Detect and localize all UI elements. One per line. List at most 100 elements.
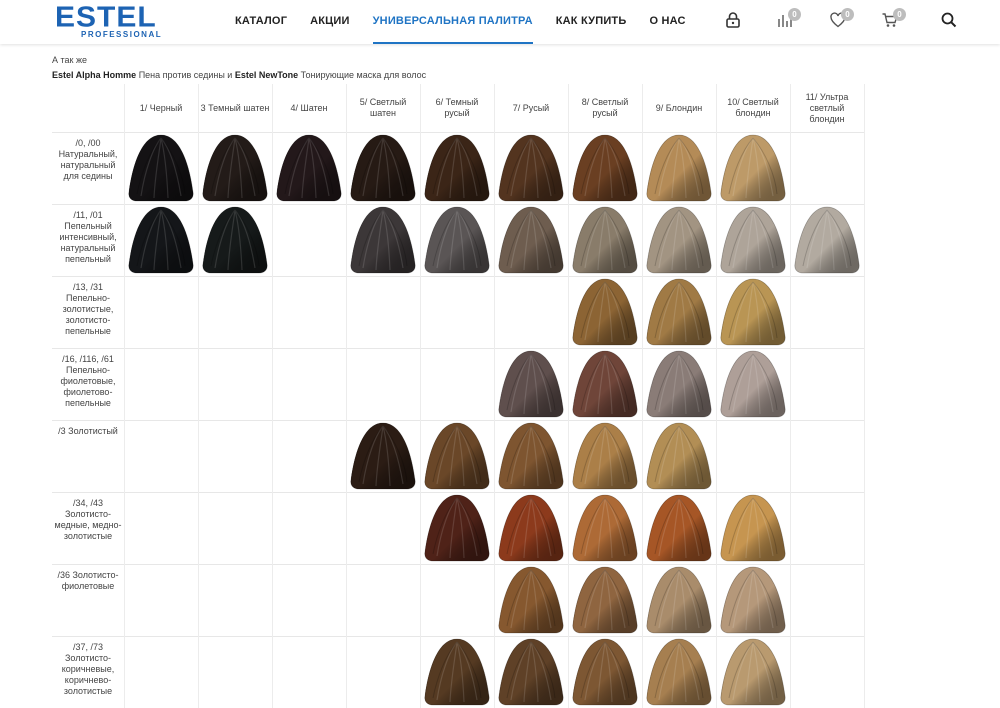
row-header-shade: /36 Золотисто-фиолетовые [57,570,119,591]
hair-color-swatch[interactable] [571,638,639,706]
row-header-shade: /37, /73 Золотисто-коричневые, коричнево… [61,642,115,696]
lock-icon[interactable] [724,11,746,33]
hair-color-swatch[interactable] [719,206,787,274]
column-header-tone: 7/ Русый [512,102,550,113]
column-header-tone: 9/ Блондин [655,102,703,113]
product-link-alpha-homme[interactable]: Estel Alpha Homme [52,70,136,80]
column-header-tone: 4/ Шатен [290,102,328,113]
column-header-tone: 1/ Черный [139,102,183,113]
product-link-newtone[interactable]: Estel NewTone [235,70,298,80]
hair-color-swatch[interactable] [423,638,491,706]
hair-color-swatch[interactable] [423,422,491,490]
hair-color-swatch[interactable] [423,494,491,562]
column-header-tone: 5/ Светлый шатен [359,97,407,118]
hair-color-swatch[interactable] [719,350,787,418]
hair-color-swatch[interactable] [423,206,491,274]
top-header: ESTEL PROFESSIONAL КАТАЛОГ АКЦИИ УНИВЕРС… [0,0,1000,44]
nav-promotions[interactable]: АКЦИИ [310,0,350,44]
cart-icon[interactable]: 0 [881,8,906,33]
hair-color-swatch[interactable] [645,422,713,490]
hair-color-swatch[interactable] [497,134,565,202]
main-nav: КАТАЛОГ АКЦИИ УНИВЕРСАЛЬНАЯ ПАЛИТРА КАК … [235,0,709,44]
also-text: А так же [52,55,87,65]
hair-color-swatch[interactable] [719,134,787,202]
table-row-divider [52,420,864,421]
hair-color-swatch[interactable] [423,134,491,202]
nav-catalog[interactable]: КАТАЛОГ [235,0,287,44]
hair-color-swatch[interactable] [571,422,639,490]
table-column-divider [346,84,347,708]
hair-color-swatch[interactable] [645,278,713,346]
heart-icon[interactable]: 0 [829,8,854,33]
favorites-count-badge: 0 [841,8,854,21]
product-desc-alpha-homme: Пена против седины и [136,70,235,80]
color-palette-table: 1/ Черный 3 Темный шатен 4/ Шатен 5/ Светлы… [52,84,865,708]
hair-color-swatch[interactable] [497,638,565,706]
hair-color-swatch[interactable] [127,206,195,274]
nav-about[interactable]: О НАС [649,0,685,44]
table-column-divider [716,84,717,708]
hair-color-swatch[interactable] [719,638,787,706]
nav-how-to-buy[interactable]: КАК КУПИТЬ [556,0,627,44]
hair-color-swatch[interactable] [571,278,639,346]
hair-color-swatch[interactable] [793,206,861,274]
hair-color-swatch[interactable] [349,206,417,274]
related-products-line: Estel Alpha Homme Пена против седины и E… [52,70,426,80]
hair-color-swatch[interactable] [571,350,639,418]
row-header-shade: /11, /01 Пепельный интенсивный, натураль… [59,210,117,264]
hair-color-swatch[interactable] [645,494,713,562]
column-header-tone: 11/ Ультра светлый блондин [805,91,849,124]
table-column-divider [494,84,495,708]
table-row-divider [52,492,864,493]
table-column-divider [124,84,125,708]
row-header-shade: /34, /43 Золотисто-медные, медно-золотис… [54,498,122,541]
estel-logo[interactable]: ESTEL PROFESSIONAL [55,2,195,40]
hair-color-swatch[interactable] [571,206,639,274]
table-column-divider [272,84,273,708]
table-column-divider [420,84,421,708]
table-column-divider [568,84,569,708]
hair-color-swatch[interactable] [645,350,713,418]
hair-color-swatch[interactable] [349,134,417,202]
hair-color-swatch[interactable] [571,494,639,562]
hair-color-swatch[interactable] [127,134,195,202]
hair-color-swatch[interactable] [645,566,713,634]
row-header-shade: /13, /31 Пепельно-золотистые, золотисто-… [62,282,114,336]
search-icon[interactable] [940,11,962,33]
table-column-divider [198,84,199,708]
table-row-divider [52,132,864,133]
hair-color-swatch[interactable] [645,134,713,202]
table-row-divider [52,636,864,637]
table-row-divider [52,564,864,565]
hair-color-swatch[interactable] [201,206,269,274]
table-row-divider [52,276,864,277]
product-desc-newtone: Тонирующие маска для волос [298,70,427,80]
hair-color-swatch[interactable] [719,494,787,562]
hair-color-swatch[interactable] [645,206,713,274]
hair-color-swatch[interactable] [497,566,565,634]
column-header-tone: 3 Темный шатен [200,102,270,113]
hair-color-swatch[interactable] [571,566,639,634]
hair-color-swatch[interactable] [497,206,565,274]
hair-color-swatch[interactable] [645,638,713,706]
hair-color-swatch[interactable] [201,134,269,202]
hair-color-swatch[interactable] [571,134,639,202]
table-row-divider [52,348,864,349]
row-header-shade: /0, /00 Натуральный, натуральный для сед… [58,138,118,181]
logo-subtext: PROFESSIONAL [81,30,163,39]
compare-count-badge: 0 [788,8,801,21]
compare-icon[interactable]: 0 [776,8,801,33]
nav-universal-palette[interactable]: УНИВЕРСАЛЬНАЯ ПАЛИТРА [372,0,533,44]
hair-color-swatch[interactable] [497,422,565,490]
hair-color-swatch[interactable] [275,134,343,202]
hair-color-swatch[interactable] [719,566,787,634]
hair-color-swatch[interactable] [497,494,565,562]
row-header-shade: /16, /116, /61 Пепельно-фиолетовые, фиол… [60,354,116,408]
column-header-tone: 6/ Темный русый [435,97,479,118]
table-row-divider [52,204,864,205]
table-column-divider [864,84,865,708]
column-header-tone: 8/ Светлый русый [581,97,629,118]
hair-color-swatch[interactable] [349,422,417,490]
hair-color-swatch[interactable] [497,350,565,418]
hair-color-swatch[interactable] [719,278,787,346]
